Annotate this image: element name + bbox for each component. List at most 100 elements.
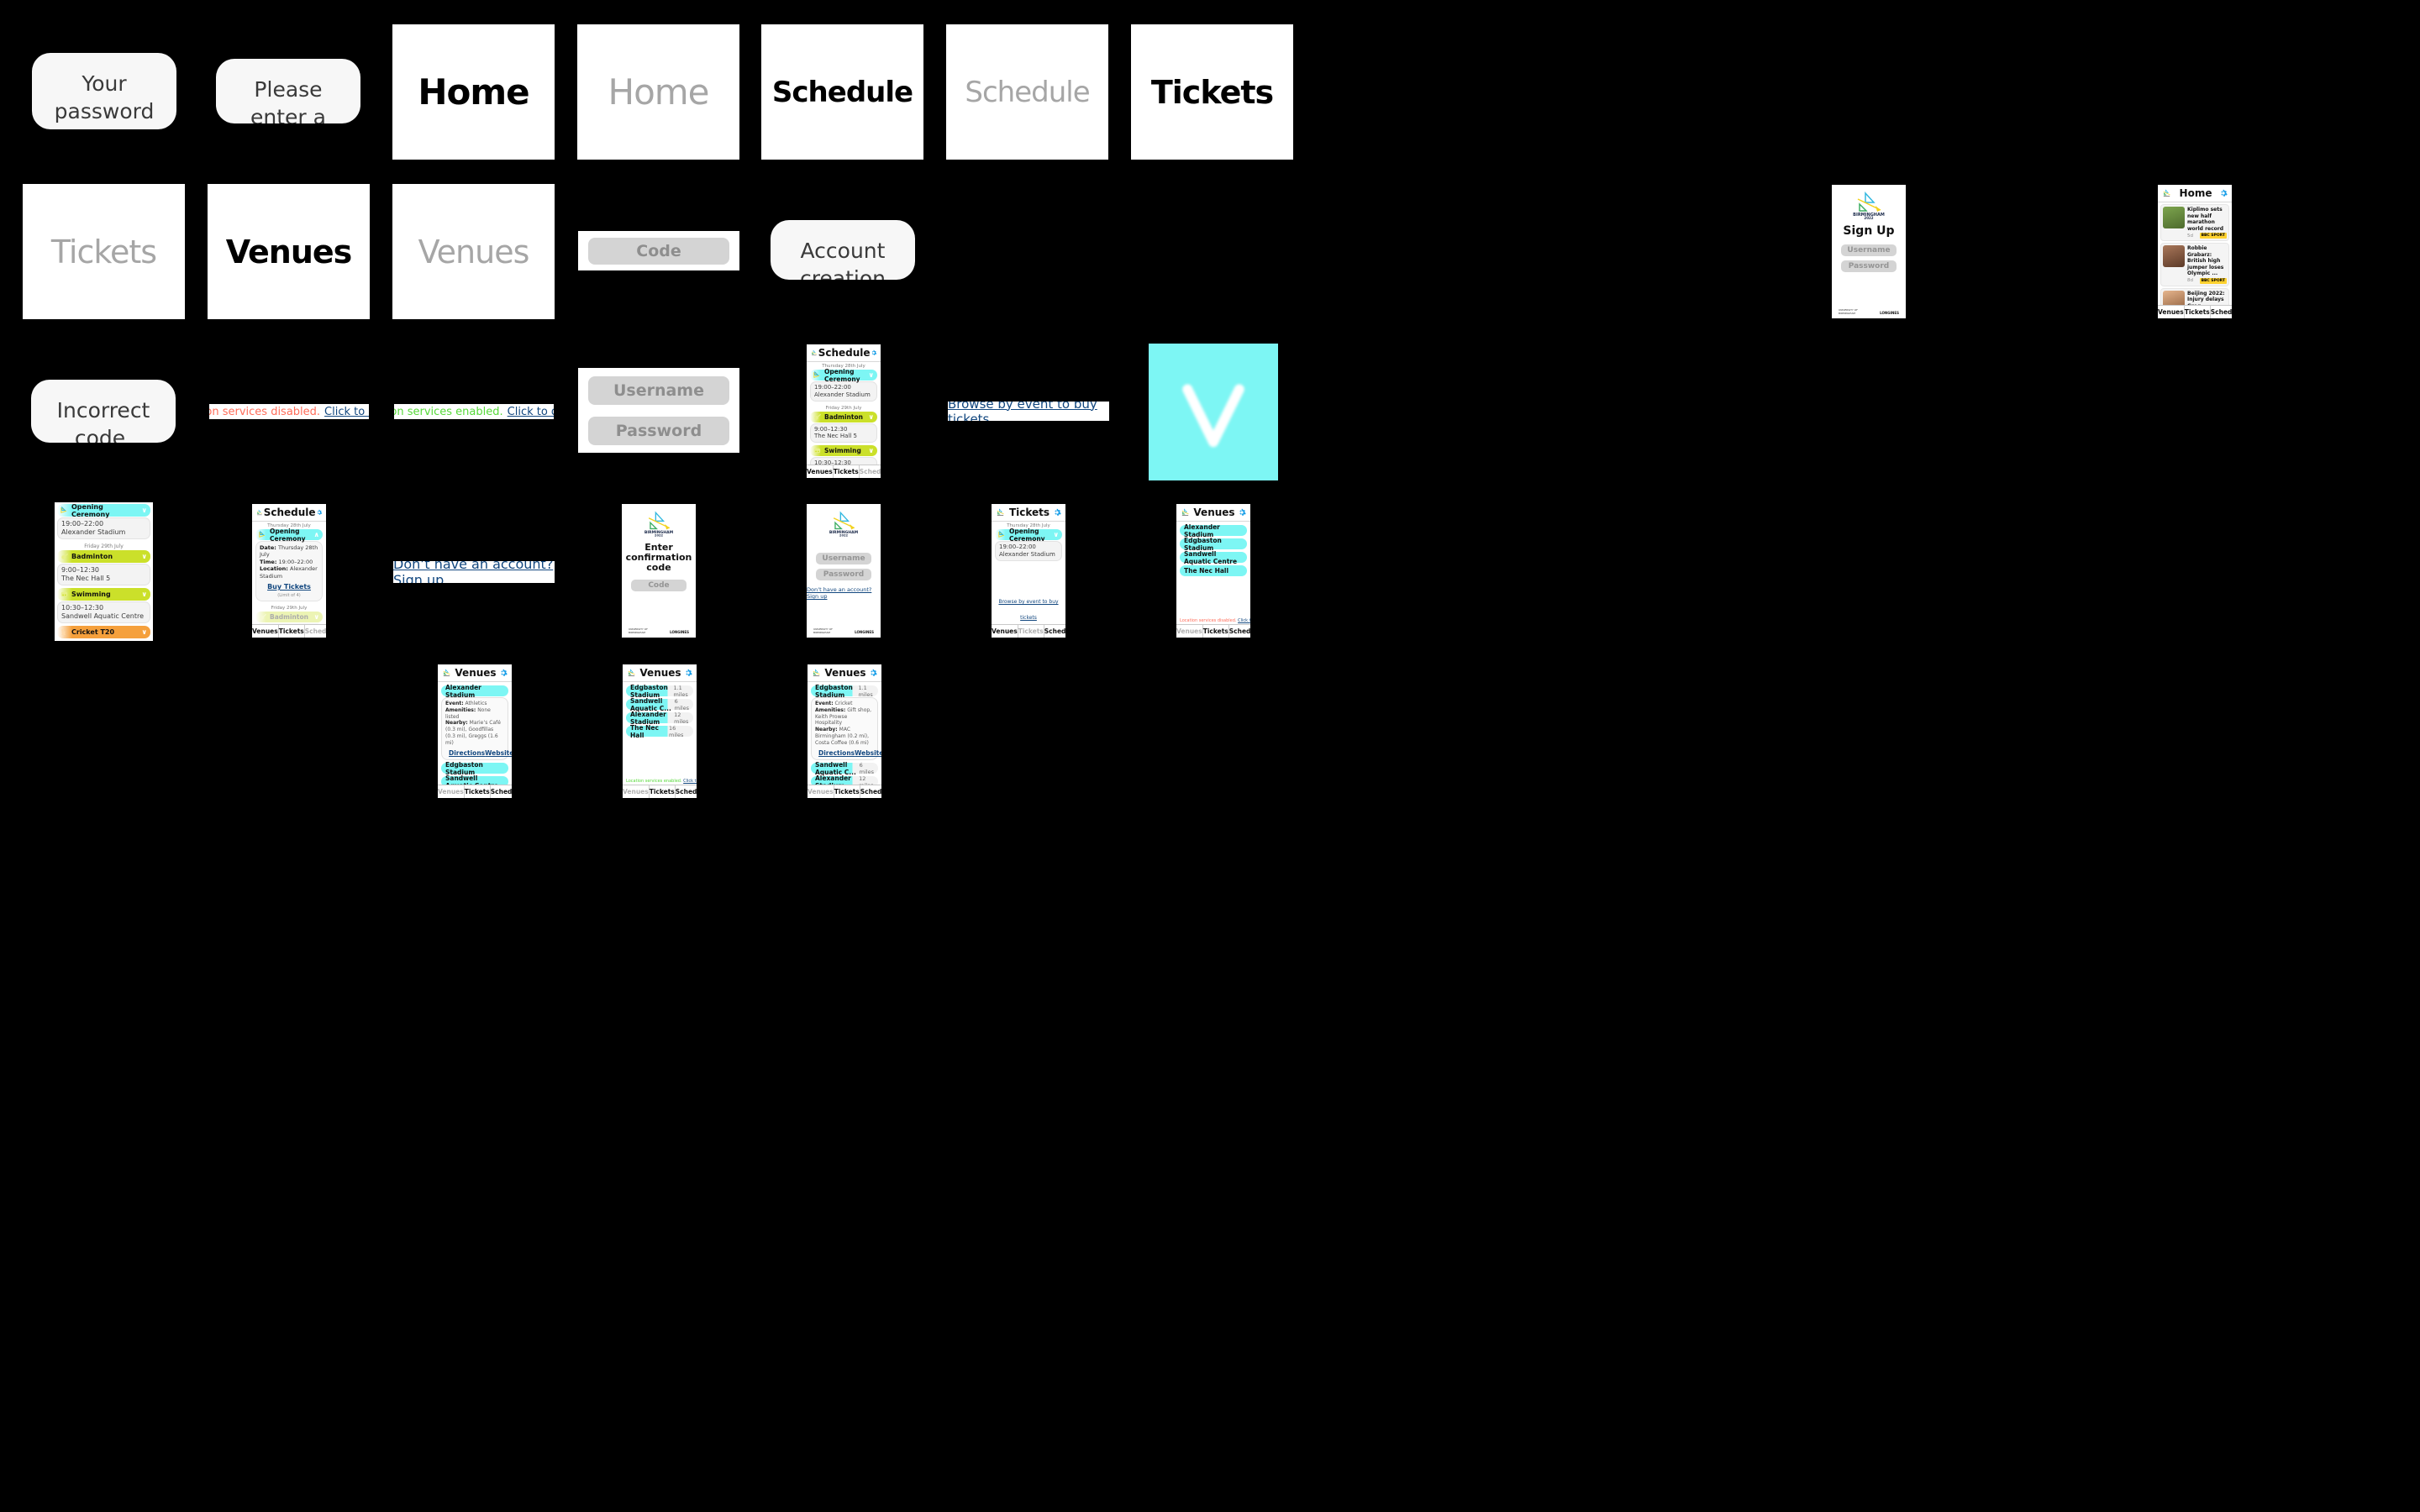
nav-tickets[interactable]: Tickets	[1203, 625, 1229, 638]
directions-link[interactable]: Directions	[449, 749, 485, 758]
nav-venues[interactable]: Venues	[1176, 625, 1203, 638]
chevron-down-icon[interactable]: ∨	[142, 507, 149, 514]
venues-distance-list[interactable]: Edgbaston Stadium 1.1 miles Sandwell Aqu…	[623, 682, 697, 785]
nav-venues[interactable]: Venues	[807, 465, 834, 478]
gear-icon[interactable]	[2219, 189, 2228, 197]
nav-tickets[interactable]: Tickets	[1018, 625, 1044, 638]
password-input[interactable]: Password	[816, 569, 871, 580]
venue-row[interactable]: The Nec Hall	[1180, 565, 1247, 576]
tile-sign-up-link[interactable]: Don’t have an account? Sign up	[393, 561, 555, 583]
venue-row-alexander[interactable]: Alexander Stadium	[441, 684, 508, 699]
home-feed[interactable]: Kiplimo sets new half marathon world rec…	[2158, 202, 2232, 305]
chevron-down-icon[interactable]: ∨	[142, 591, 149, 598]
chevron-down-icon[interactable]: ∨	[142, 628, 149, 636]
nav-venues[interactable]: Venues	[438, 785, 465, 798]
username-input[interactable]: Username	[587, 375, 730, 405]
nav-schedule[interactable]: Schedule	[1229, 625, 1250, 638]
venue-row[interactable]: Edgbaston Stadium	[1180, 537, 1247, 552]
username-input[interactable]: Username	[1841, 244, 1897, 257]
event-row-badminton[interactable]: Badminton ∨	[57, 550, 150, 563]
website-link[interactable]: Website	[485, 749, 512, 758]
code-input[interactable]: Code	[587, 237, 730, 265]
browse-tickets-link[interactable]: Browse by event to buy tickets	[998, 599, 1058, 621]
bottom-nav[interactable]: Venues Tickets Schedule Home	[992, 624, 1065, 638]
chevron-down-icon[interactable]: ∨	[869, 371, 876, 379]
tile-schedule-list-crop[interactable]: Opening Ceremony ∨ 19:00–22:00 Alexander…	[55, 502, 153, 641]
nav-venues[interactable]: Venues	[808, 785, 834, 798]
gear-icon[interactable]	[316, 508, 322, 517]
nav-tickets[interactable]: Tickets	[834, 465, 860, 478]
venues-distance-list[interactable]: Edgbaston Stadium 1.1 miles Event: Crick…	[808, 682, 881, 785]
event-row-opening-ceremony[interactable]: Opening Ceremony ∧	[255, 528, 323, 543]
nav-schedule[interactable]: Schedule	[860, 785, 881, 798]
browse-tickets-link[interactable]: Browse by event to buy tickets	[948, 402, 1109, 421]
password-input[interactable]: Password	[1841, 260, 1897, 273]
tile-home-inactive[interactable]: Home	[577, 24, 739, 160]
event-row-badminton[interactable]: Badminton ∨	[255, 612, 323, 623]
venue-row-edgbaston[interactable]: Edgbaston Stadium 1.1 miles	[811, 684, 878, 699]
nav-tickets[interactable]: Tickets	[650, 785, 676, 798]
nav-schedule[interactable]: Schedule	[2211, 306, 2232, 318]
news-item[interactable]: Kiplimo sets new half marathon world rec…	[2160, 204, 2229, 241]
venues-list[interactable]: Alexander Stadium Edgbaston Stadium Sand…	[1176, 522, 1250, 624]
bottom-nav[interactable]: Venues Tickets Schedule Home	[252, 624, 326, 638]
chevron-up-icon[interactable]: ∧	[314, 531, 321, 538]
tile-tickets-inactive[interactable]: Tickets	[23, 184, 185, 319]
sign-up-link[interactable]: Don’t have an account? Sign up	[807, 586, 881, 600]
location-banner[interactable]: Location services disabled. Click to ena…	[1180, 617, 1250, 624]
location-enable-link[interactable]: Click to enable	[324, 406, 369, 418]
venues-list[interactable]: Alexander Stadium Event: Athletics Ameni…	[438, 682, 512, 785]
nav-tickets[interactable]: Tickets	[465, 785, 491, 798]
nav-venues[interactable]: Venues	[992, 625, 1018, 638]
code-input[interactable]: Code	[631, 580, 687, 592]
tile-chevron-down-large[interactable]	[1149, 344, 1278, 480]
tile-venues-active[interactable]: Venues	[208, 184, 370, 319]
bottom-nav[interactable]: Venues Tickets Schedule Home	[807, 465, 881, 478]
nav-schedule[interactable]: Schedule	[1044, 625, 1065, 638]
nav-schedule[interactable]: Schedule	[491, 785, 512, 798]
chevron-down-icon[interactable]: ∨	[1054, 531, 1060, 538]
nav-venues[interactable]: Venues	[623, 785, 650, 798]
event-row-opening-ceremony[interactable]: Opening Ceremony ∨	[995, 528, 1062, 543]
tickets-list[interactable]: Thursday 28th July Opening Ceremony ∨ 19…	[992, 522, 1065, 624]
event-row-badminton[interactable]: Badminton ∨	[810, 411, 877, 423]
news-item[interactable]: Beijing 2022: Injury delays Greg Rutherf…	[2160, 287, 2229, 305]
tile-code-field[interactable]: Code	[578, 231, 739, 270]
gear-icon[interactable]	[869, 669, 877, 677]
nav-venues[interactable]: Venues	[2158, 306, 2185, 318]
nav-tickets[interactable]: Tickets	[279, 625, 305, 638]
chevron-down-icon[interactable]: ∨	[869, 413, 876, 421]
venue-row[interactable]: The Nec Hall 16 miles	[626, 724, 693, 739]
tile-venues-inactive[interactable]: Venues	[392, 184, 555, 319]
venue-links[interactable]: Directions Website	[445, 749, 512, 758]
nav-tickets[interactable]: Tickets	[834, 785, 860, 798]
venue-row[interactable]: Alexander Stadium	[1180, 523, 1247, 538]
location-banner[interactable]: Location services enabled. Click to disa…	[626, 778, 697, 785]
schedule-list-expanded[interactable]: Thursday 28th July Opening Ceremony ∧ Da…	[252, 522, 326, 624]
venue-row[interactable]: Edgbaston Stadium 1.1 miles	[626, 684, 693, 699]
tile-location-enabled-banner[interactable]: Location services enabled. Click to disa…	[394, 404, 554, 419]
website-link[interactable]: Website	[855, 749, 881, 758]
tile-schedule-active[interactable]: Schedule	[761, 24, 923, 160]
chevron-down-icon[interactable]: ∨	[869, 447, 876, 454]
venue-row[interactable]: Alexander Stadium 12 miles	[811, 774, 878, 785]
gear-icon[interactable]	[499, 669, 508, 677]
venue-row[interactable]: Edgbaston Stadium	[441, 761, 508, 776]
gear-icon[interactable]	[871, 349, 876, 357]
venue-row[interactable]: Sandwell Aquatic Centre	[441, 774, 508, 785]
location-enable-link[interactable]: Click to enable	[1238, 618, 1250, 623]
nav-schedule[interactable]: Schedule	[305, 625, 326, 638]
buy-tickets-link[interactable]: Buy Tickets	[260, 583, 318, 591]
location-disable-link[interactable]: Click to disable	[508, 406, 554, 418]
venue-row[interactable]: Sandwell Aquatic C... 6 miles	[811, 761, 878, 776]
chevron-down-icon[interactable]: ∨	[314, 613, 321, 621]
venue-links[interactable]: Directions Website	[815, 749, 881, 758]
bottom-nav[interactable]: Venues Tickets Schedule Home	[438, 785, 512, 798]
event-row-opening-ceremony[interactable]: Opening Ceremony ∨	[810, 368, 877, 383]
venue-row[interactable]: Sandwell Aquatic C... 6 miles	[626, 697, 693, 712]
gear-icon[interactable]	[684, 669, 692, 677]
nav-tickets[interactable]: Tickets	[2185, 306, 2211, 318]
tile-schedule-inactive[interactable]: Schedule	[946, 24, 1108, 160]
bottom-nav[interactable]: Venues Tickets Schedule Home	[623, 785, 697, 798]
tile-home-active[interactable]: Home	[392, 24, 555, 160]
